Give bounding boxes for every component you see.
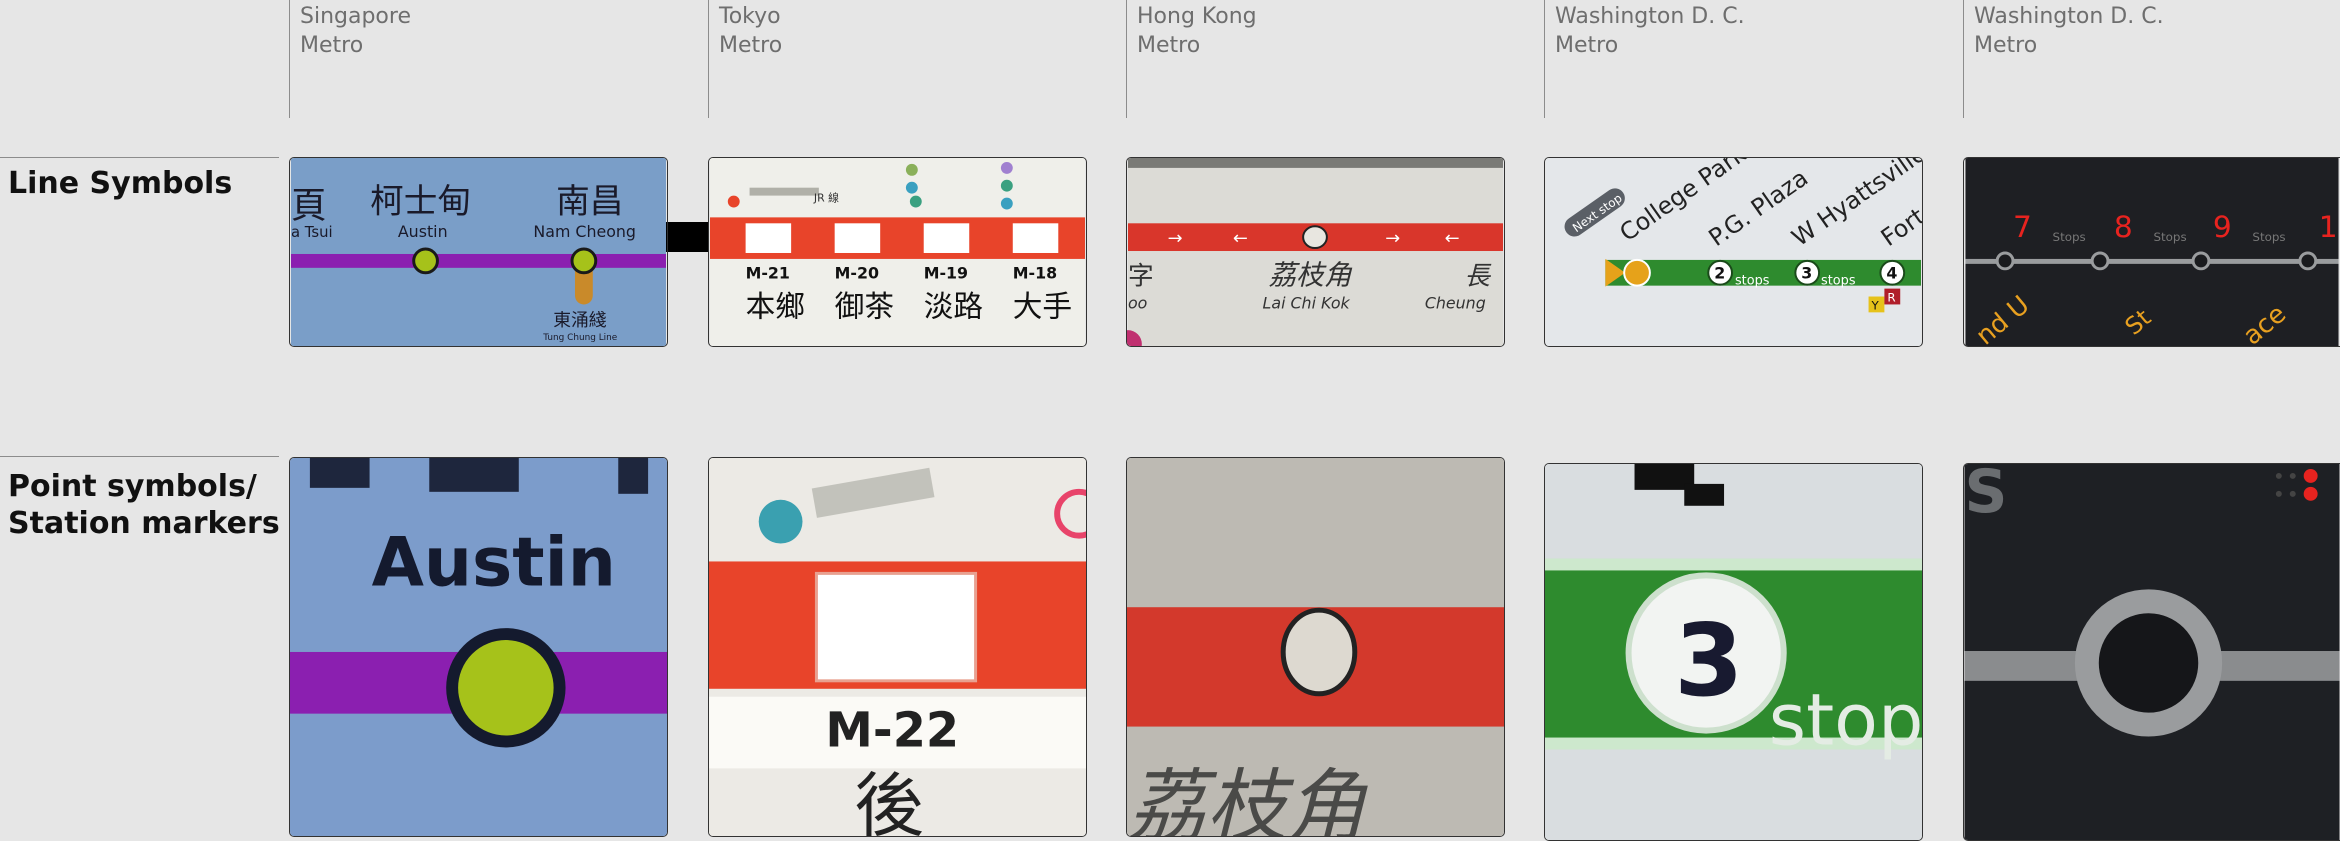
station-name-ch: 荔枝角 — [1127, 760, 1368, 836]
station-marker-laichikok — [1280, 607, 1358, 697]
column-kind: Metro — [719, 33, 783, 58]
station-marker-laichikok — [1302, 225, 1328, 250]
station-name-austin: Austin — [372, 522, 616, 601]
column-kind: Metro — [1974, 33, 2038, 58]
station-name-ch: 後 — [854, 766, 924, 836]
station-ring — [2090, 251, 2110, 271]
station-code-m22: M-22 — [825, 703, 959, 758]
arrow-left-icon: ← — [1445, 228, 1460, 249]
row-divider — [0, 456, 279, 457]
row-label-line2: Station markers — [8, 506, 280, 541]
label-en-namcheong: Nam Cheong — [533, 222, 636, 241]
row-label-station-markers: Point symbols/ Station markers — [8, 468, 280, 542]
label-ch-left: 字 — [1128, 262, 1154, 292]
led-count: 8 — [2114, 209, 2133, 244]
stop-label: stop — [1769, 679, 1922, 762]
led-dot — [2303, 486, 2318, 501]
column-header-washington-1: Washington D. C. Metro — [1544, 0, 1745, 118]
label-ch-right: 長 — [1464, 262, 1492, 292]
column-kind: Metro — [300, 33, 364, 58]
line-badge-r: R — [1887, 290, 1895, 304]
column-city: Singapore — [300, 4, 411, 29]
tile-washington-led-station-marker: S — [1963, 463, 2340, 841]
label-branch-ch: 東涌綫 — [553, 310, 607, 331]
led-letter: S — [1964, 464, 2007, 527]
station-ring — [2191, 251, 2211, 271]
legend-dot-teal — [758, 499, 803, 544]
station-number: 3 — [1674, 604, 1743, 719]
label-en-laichikok: Lai Chi Kok — [1263, 293, 1351, 312]
tile-washington-station-marker: 3 stop — [1544, 463, 1923, 841]
stops-label: stops — [1821, 274, 1856, 289]
tile-tokyo-station-marker: M-22 後 — [708, 457, 1087, 837]
station-marker-austin — [446, 628, 566, 748]
station-code: M-21 — [746, 264, 790, 283]
led-count: 7 — [2013, 209, 2032, 244]
line-connector — [665, 222, 709, 252]
led-count: 1 — [2319, 209, 2338, 244]
column-city: Tokyo — [719, 4, 781, 29]
label-ch-austin: 柯士甸 — [370, 181, 471, 220]
row-divider — [0, 157, 279, 158]
tile-singapore-station-marker: Austin — [289, 457, 668, 837]
led-count: 9 — [2213, 209, 2232, 244]
led-stops-label: Stops — [2053, 230, 2086, 244]
label-en-right: Cheung — [1425, 293, 1486, 312]
current-station-marker — [1623, 258, 1651, 287]
station-marker-namcheong — [570, 247, 598, 275]
led-stops-label: Stops — [2153, 230, 2186, 244]
column-kind: Metro — [1137, 33, 1201, 58]
line-badge-y: Y — [1871, 298, 1880, 312]
row-label-line1: Point symbols/ — [8, 469, 257, 504]
led-dot — [2303, 468, 2318, 483]
arrow-left-icon: ← — [1233, 228, 1248, 249]
column-city: Washington D. C. — [1974, 4, 2164, 29]
svg-text:4: 4 — [1886, 264, 1897, 283]
led-line — [1965, 258, 2339, 264]
station-name: 御茶 — [835, 288, 894, 323]
column-header-tokyo: Tokyo Metro — [708, 0, 782, 118]
station-ring — [2298, 251, 2318, 271]
station-marker-box — [814, 571, 978, 683]
label-ch-namcheong: 南昌 — [556, 181, 623, 220]
arrow-right-icon: → — [1168, 228, 1183, 249]
column-city: Hong Kong — [1137, 4, 1257, 29]
station-ring — [2074, 589, 2223, 737]
station-name: 淡路 — [924, 288, 983, 323]
row-label-text: Line Symbols — [8, 166, 233, 201]
station-name: 大手 — [1013, 288, 1072, 323]
stops-label: stops — [1735, 274, 1770, 289]
column-header-hongkong: Hong Kong Metro — [1126, 0, 1257, 118]
led-stops-label: Stops — [2252, 230, 2285, 244]
station-code: M-19 — [924, 264, 968, 283]
label-ch-laichikok: 荔枝角 — [1269, 259, 1353, 292]
svg-text:2: 2 — [1714, 264, 1725, 283]
tile-tokyo-line-symbol: JR 線 M-21 M-20 M-19 M-18 本鄉 御茶 淡路 大手 — [708, 157, 1087, 347]
column-header-washington-2: Washington D. C. Metro — [1963, 0, 2164, 118]
column-header-singapore: Singapore Metro — [289, 0, 411, 118]
arrow-right-icon: → — [1385, 228, 1400, 249]
tile-washington-led-line-symbol: 7 8 9 1 Stops Stops Stops nd U St ace — [1963, 157, 2340, 347]
label-en-left: a Tsui — [291, 224, 333, 241]
station-code: M-18 — [1013, 264, 1057, 283]
purple-line — [290, 253, 667, 268]
station-code: M-20 — [835, 264, 879, 283]
label-jr: JR 線 — [813, 191, 839, 205]
row-label-line-symbols: Line Symbols — [8, 165, 232, 202]
legend-dot-red — [727, 195, 740, 208]
label-en-left: oo — [1128, 293, 1147, 312]
column-kind: Metro — [1555, 33, 1619, 58]
tile-washington-line-symbol: Next stop College Park P.G. Plaza W Hyat… — [1544, 157, 1923, 347]
label-branch-en: Tung Chung Line — [542, 333, 617, 343]
station-ring — [1995, 251, 2015, 271]
tile-singapore-line-symbol: 頁 a Tsui 柯士甸 Austin 南昌 Nam Cheong 東涌綫 Tu… — [289, 157, 668, 347]
label-ch-left: 頁 — [291, 185, 327, 226]
tile-hongkong-station-marker: 荔枝角 — [1126, 457, 1505, 837]
station-marker-austin — [412, 247, 439, 275]
tile-hongkong-line-symbol: → ← → ← 字 oo 荔枝角 Lai Chi Kok 長 Cheung — [1126, 157, 1505, 347]
column-city: Washington D. C. — [1555, 4, 1745, 29]
station-name: 本鄉 — [746, 288, 805, 323]
svg-text:3: 3 — [1801, 264, 1812, 283]
label-en-austin: Austin — [398, 222, 448, 241]
